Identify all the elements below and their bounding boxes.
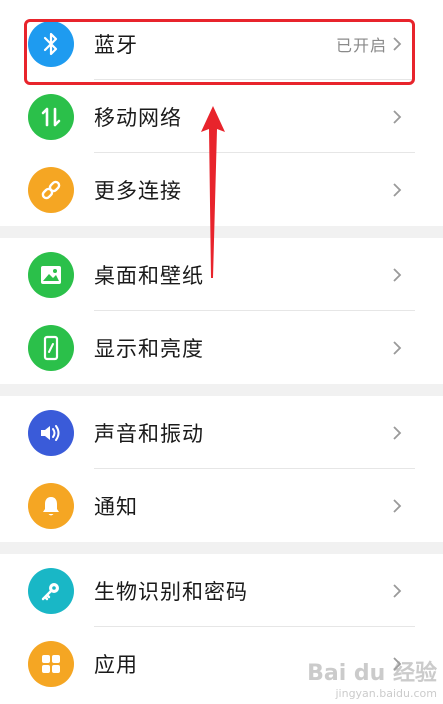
display-icon: [28, 324, 74, 371]
setting-row-sound[interactable]: 声音和振动: [0, 396, 443, 469]
sound-icon: [28, 409, 74, 456]
status-text: 已开启: [335, 35, 387, 55]
section-gap: [0, 226, 443, 238]
section-gap: [0, 542, 443, 554]
setting-row-notification[interactable]: 通知: [0, 469, 443, 542]
chevron-right-icon: [393, 656, 402, 671]
setting-row-more-connections[interactable]: 更多连接: [0, 153, 443, 226]
link-icon: [28, 166, 74, 213]
setting-row-bluetooth[interactable]: 蓝牙 已开启: [0, 7, 443, 80]
setting-label: 蓝牙: [94, 32, 138, 57]
setting-label: 生物识别和密码: [94, 579, 248, 604]
bluetooth-icon: [28, 20, 74, 67]
notification-icon: [28, 482, 74, 529]
setting-row-mobile-network[interactable]: 移动网络: [0, 80, 443, 153]
chevron-right-icon: [393, 340, 402, 355]
chevron-right-icon: [393, 498, 402, 513]
setting-label: 桌面和壁纸: [94, 263, 204, 288]
setting-row-biometrics[interactable]: 生物识别和密码: [0, 554, 443, 627]
setting-label: 声音和振动: [94, 421, 204, 446]
key-icon: [28, 567, 74, 614]
setting-row-apps[interactable]: 应用: [0, 627, 443, 700]
chevron-right-icon: [393, 583, 402, 598]
section-gap: [0, 384, 443, 396]
chevron-right-icon: [393, 36, 402, 51]
chevron-right-icon: [393, 182, 402, 197]
setting-label: 通知: [94, 494, 138, 519]
mobile-data-icon: [28, 93, 74, 140]
setting-label: 应用: [94, 652, 138, 677]
setting-row-display[interactable]: 显示和亮度: [0, 311, 443, 384]
chevron-right-icon: [393, 109, 402, 124]
setting-label: 显示和亮度: [94, 336, 204, 361]
setting-label: 移动网络: [94, 105, 182, 130]
setting-row-wallpaper[interactable]: 桌面和壁纸: [0, 238, 443, 311]
chevron-right-icon: [393, 425, 402, 440]
apps-icon: [28, 640, 74, 687]
wallpaper-icon: [28, 251, 74, 298]
setting-label: 更多连接: [94, 178, 182, 203]
chevron-right-icon: [393, 267, 402, 282]
